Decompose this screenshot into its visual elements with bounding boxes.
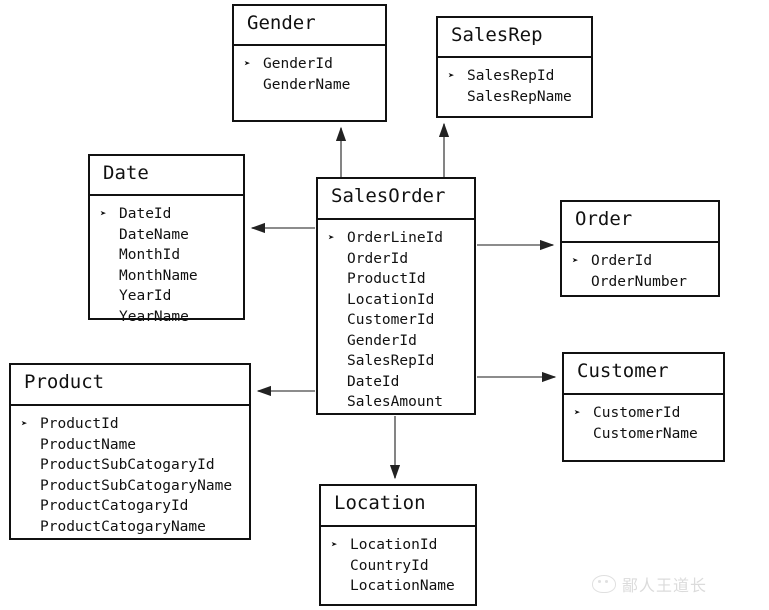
entity-title-customer: Customer	[564, 354, 723, 395]
field-location-1: CountryId	[350, 557, 429, 574]
primary-key-field-date-0: DateId	[98, 204, 243, 225]
primary-key-field-customer-0: CustomerId	[572, 403, 723, 424]
field-salesorder-3: LocationId	[347, 291, 435, 308]
field-salesorder-7: DateId	[347, 373, 400, 390]
entity-title-location: Location	[321, 486, 475, 527]
entity-product[interactable]: Product ProductIdProductName ProductSubCat…	[9, 363, 251, 540]
entity-fields-location: LocationIdCountryId LocationName	[321, 527, 475, 605]
primary-key-field-gender-0: GenderId	[242, 54, 385, 75]
entity-title-date: Date	[90, 156, 243, 196]
field-product-1: ProductName	[40, 436, 137, 453]
erd-canvas: GenderGenderIdGenderNameSalesRepSalesRep…	[0, 0, 769, 610]
field-product-5: ProductCatogaryName	[40, 518, 206, 535]
watermark: 鄙人王道长	[592, 572, 707, 596]
field-salesorder-5: GenderId	[347, 332, 417, 349]
field-salesorder-4: CustomerId	[347, 312, 435, 328]
field-product-2: ProductSubCatogaryId	[40, 457, 215, 473]
entity-title-salesorder: SalesOrder	[318, 179, 474, 220]
primary-key-field-location-0: LocationId	[329, 535, 475, 556]
entity-order[interactable]: OrderOrderIdOrderNumber	[560, 200, 720, 297]
watermark-text: 鄙人王道长	[622, 576, 708, 595]
field-customer-1: CustomerName	[593, 425, 698, 442]
field-salesorder-8: SalesAmount	[347, 394, 444, 410]
field-order-1: OrderNumber	[591, 273, 688, 290]
entity-fields-product: ProductIdProductName ProductSubCatogaryId…	[11, 406, 249, 545]
field-salesorder-6: SalesRepId	[347, 353, 435, 369]
entity-title-product: Product	[11, 365, 249, 406]
field-date-3: MonthName	[119, 267, 198, 284]
entity-location[interactable]: Location LocationIdCountryId LocationName	[319, 484, 477, 606]
field-product-4: ProductCatogaryId	[40, 498, 189, 514]
field-gender-1: GenderName	[263, 76, 351, 93]
field-salesorder-2: ProductId	[347, 271, 426, 287]
entity-title-salesrep: SalesRep	[438, 18, 591, 58]
chat-bubble-icon	[592, 575, 616, 593]
entity-date[interactable]: Date DateIdDateName MonthId MonthName YearId…	[88, 154, 245, 325]
field-location-2: LocationName	[350, 578, 455, 594]
primary-key-field-product-0: ProductId	[19, 414, 249, 435]
entity-fields-order: OrderIdOrderNumber	[562, 243, 718, 300]
primary-key-field-order-0: OrderId	[570, 251, 718, 272]
field-date-1: DateName	[119, 226, 189, 243]
field-date-5: YearName	[119, 308, 189, 325]
field-salesrep-1: SalesRepName	[467, 88, 572, 105]
entity-customer[interactable]: CustomerCustomerIdCustomerName	[562, 352, 725, 462]
entity-fields-salesrep: SalesRepIdSalesRepName	[438, 58, 591, 115]
primary-key-field-salesrep-0: SalesRepId	[446, 66, 591, 87]
entity-title-order: Order	[562, 202, 718, 243]
entity-fields-salesorder: OrderLineIdOrderId ProductId LocationId Cus…	[318, 220, 474, 421]
primary-key-field-salesorder-0: OrderLineId	[326, 228, 474, 249]
field-product-3: ProductSubCatogaryName	[40, 477, 233, 494]
field-date-2: MonthId	[119, 247, 181, 263]
field-salesorder-1: OrderId	[347, 250, 409, 267]
field-date-4: YearId	[119, 288, 172, 304]
entity-fields-customer: CustomerIdCustomerName	[564, 395, 723, 452]
entity-gender[interactable]: GenderGenderIdGenderName	[232, 4, 387, 122]
entity-salesorder[interactable]: SalesOrder OrderLineIdOrderId ProductId Loc…	[316, 177, 476, 415]
entity-title-gender: Gender	[234, 6, 385, 46]
entity-fields-date: DateIdDateName MonthId MonthName YearId Year…	[90, 196, 243, 335]
entity-fields-gender: GenderIdGenderName	[234, 46, 385, 103]
entity-salesrep[interactable]: SalesRepSalesRepIdSalesRepName	[436, 16, 593, 118]
